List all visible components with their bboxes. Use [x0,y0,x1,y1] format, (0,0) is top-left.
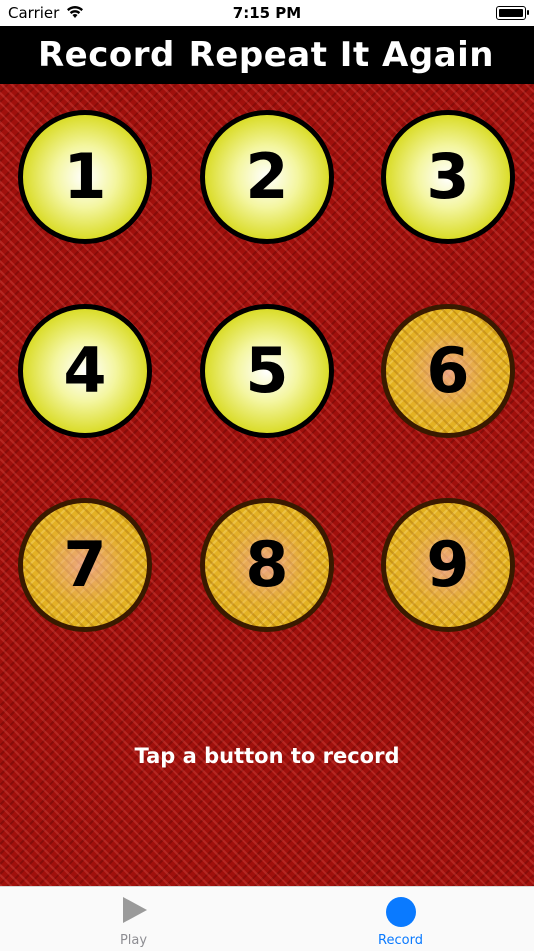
number-label: 9 [426,528,470,601]
tab-record[interactable]: Record [267,887,534,951]
number-button-4[interactable]: 4 [18,304,152,438]
instruction-text: Tap a button to record [134,744,400,768]
number-button-5[interactable]: 5 [200,304,334,438]
number-label: 2 [245,140,289,213]
number-button-1[interactable]: 1 [18,110,152,244]
play-icon [121,897,147,923]
tab-play[interactable]: Play [0,887,267,951]
header-bar: Record Repeat It Again [0,26,534,84]
record-icon [385,897,416,927]
number-button-8[interactable]: 8 [200,498,334,632]
app-title: Repeat It Again [188,35,494,75]
number-label: 3 [426,140,470,213]
status-bar: Carrier 7:15 PM [0,0,534,26]
number-button-6[interactable]: 6 [381,304,515,438]
number-label: 7 [63,528,107,601]
tab-bar: Play Record [0,886,534,951]
number-label: 6 [426,334,470,407]
button-board: 1 2 3 4 5 6 7 8 9 Tap a button to record [0,84,534,886]
number-button-7[interactable]: 7 [18,498,152,632]
number-button-2[interactable]: 2 [200,110,334,244]
number-label: 5 [245,334,289,407]
number-label: 8 [245,528,289,601]
number-button-9[interactable]: 9 [381,498,515,632]
tab-label: Record [378,933,423,948]
number-label: 1 [63,140,107,213]
clock: 7:15 PM [232,4,302,22]
number-label: 4 [63,334,107,407]
mode-title: Record [38,35,175,75]
battery-icon [496,6,529,20]
tab-label: Play [119,933,148,948]
number-button-3[interactable]: 3 [381,110,515,244]
